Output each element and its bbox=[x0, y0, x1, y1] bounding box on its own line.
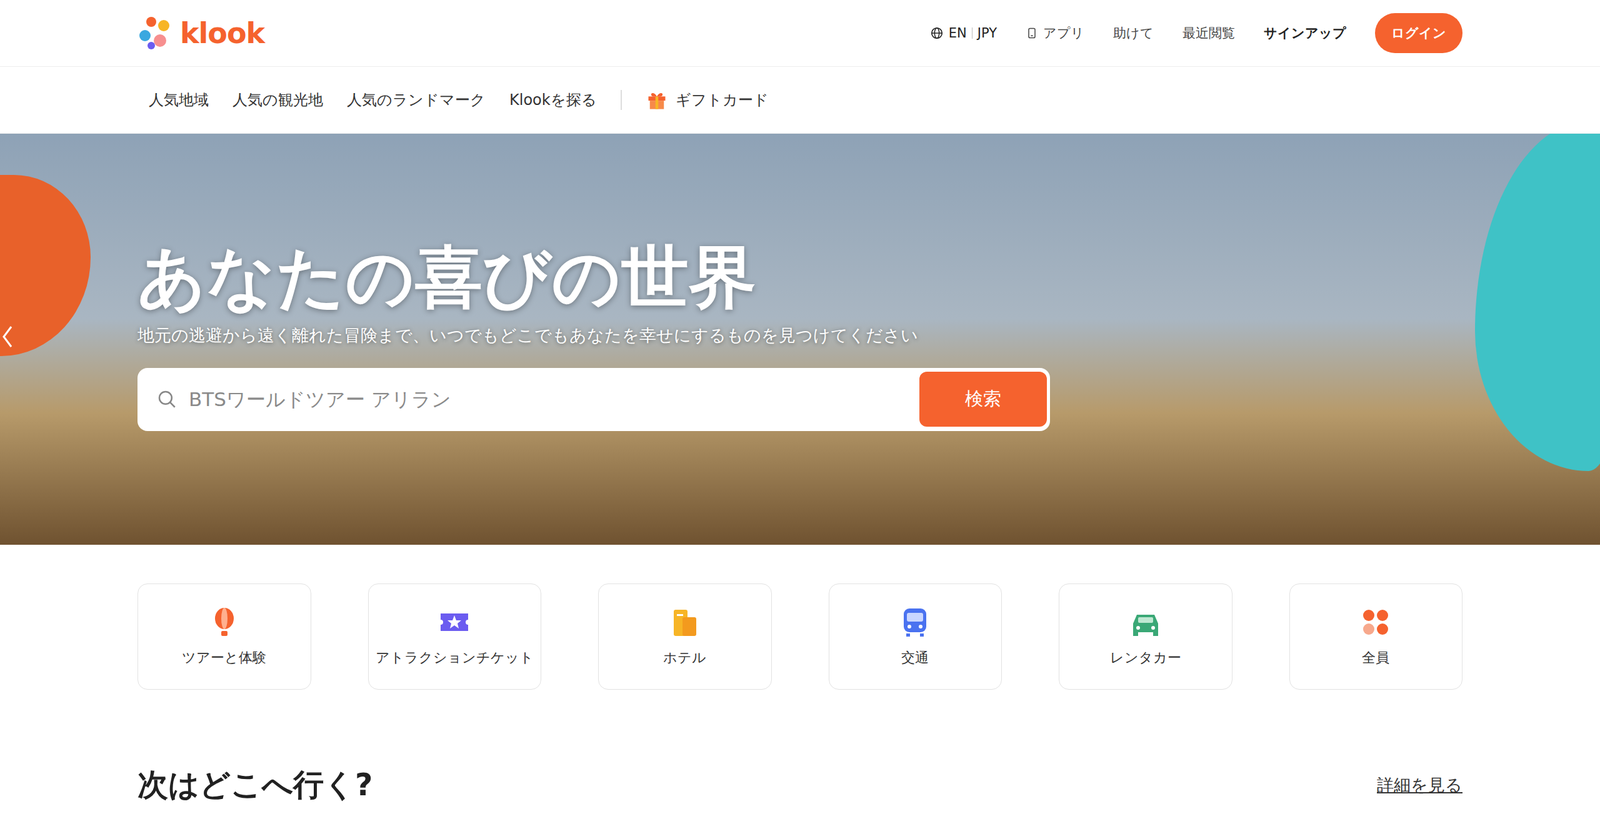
search-button[interactable]: 検索 bbox=[919, 371, 1047, 427]
hotel-icon bbox=[668, 606, 702, 639]
nav-item[interactable]: 人気地域 bbox=[148, 90, 209, 110]
hero-title: あなたの喜びの世界 bbox=[137, 236, 1463, 319]
hero-banner: あなたの喜びの世界 地元の逃避から遠く離れた冒険まで、いつでもどこでもあなたを幸… bbox=[0, 133, 1600, 545]
phone-icon bbox=[1025, 26, 1039, 40]
header-link-label: アプリ bbox=[1043, 24, 1085, 42]
decor-shape bbox=[1475, 133, 1600, 472]
all-icon bbox=[1359, 606, 1392, 639]
language: EN bbox=[948, 25, 967, 41]
category-label: アトラクションチケット bbox=[375, 648, 534, 668]
ticket-icon bbox=[438, 606, 471, 639]
divider bbox=[971, 27, 973, 39]
logo[interactable]: klook bbox=[137, 14, 265, 52]
logo-icon bbox=[137, 14, 175, 52]
category-list: ツアーと体験 アトラクションチケット ホテル 交通 レンタカー 全員 bbox=[137, 583, 1463, 690]
category-label: ツアーと体験 bbox=[181, 648, 267, 668]
globe-icon bbox=[930, 26, 944, 40]
header-link[interactable]: アプリ bbox=[1025, 24, 1085, 42]
signup-link[interactable]: サインアップ bbox=[1263, 24, 1347, 42]
gift-card-label: ギフトカード bbox=[675, 90, 769, 110]
currency: JPY bbox=[977, 25, 997, 41]
nav-item[interactable]: Klookを探る bbox=[509, 90, 597, 110]
see-more-link[interactable]: 詳細を見る bbox=[1376, 774, 1463, 797]
category-label: レンタカー bbox=[1110, 648, 1182, 668]
header-link[interactable]: 最近閲覧 bbox=[1182, 24, 1235, 42]
category-label: 交通 bbox=[901, 648, 929, 668]
balloon-icon bbox=[208, 606, 241, 639]
category-card[interactable]: 交通 bbox=[828, 583, 1003, 690]
header-link[interactable]: 助けて bbox=[1113, 24, 1154, 42]
category-label: 全員 bbox=[1361, 648, 1390, 668]
category-card[interactable]: アトラクションチケット bbox=[368, 583, 542, 690]
nav-separator bbox=[620, 90, 622, 110]
decor-shape bbox=[0, 175, 91, 357]
logo-text: klook bbox=[180, 16, 265, 50]
search-bar: 検索 bbox=[137, 368, 1050, 432]
transit-icon bbox=[898, 606, 932, 639]
search-icon bbox=[156, 388, 178, 410]
car-icon bbox=[1129, 606, 1162, 639]
top-bar: klook EN JPY アプリ 助けて 最近閲覧 サインアップ ログイン bbox=[0, 0, 1600, 67]
nav-item[interactable]: 人気の観光地 bbox=[232, 90, 324, 110]
section-header: 次はどこへ行く? 詳細を見る bbox=[137, 765, 1463, 807]
category-card[interactable]: 全員 bbox=[1289, 583, 1464, 690]
header-link-label: 助けて bbox=[1113, 24, 1154, 42]
section-title: 次はどこへ行く? bbox=[137, 765, 373, 807]
search-input[interactable] bbox=[187, 387, 910, 412]
page: klook EN JPY アプリ 助けて 最近閲覧 サインアップ ログイン 人気… bbox=[0, 0, 1600, 834]
hero-subtitle: 地元の逃避から遠く離れた冒険まで、いつでもどこでもあなたを幸せにするものを見つけ… bbox=[137, 324, 1463, 347]
login-button[interactable]: ログイン bbox=[1375, 13, 1463, 54]
category-label: ホテル bbox=[663, 648, 707, 668]
gift-card-link[interactable]: ギフトカード bbox=[645, 88, 769, 112]
nav-item[interactable]: 人気のランドマーク bbox=[346, 90, 486, 110]
top-links: EN JPY アプリ 助けて 最近閲覧 サインアップ ログイン bbox=[930, 13, 1463, 54]
gift-icon bbox=[645, 88, 669, 112]
category-card[interactable]: ツアーと体験 bbox=[137, 583, 312, 690]
language-currency[interactable]: EN JPY bbox=[930, 25, 997, 41]
category-card[interactable]: ホテル bbox=[598, 583, 772, 690]
chevron-left-icon[interactable] bbox=[1, 324, 14, 350]
nav-bar: 人気地域 人気の観光地 人気のランドマーク Klookを探る ギフトカード bbox=[0, 66, 1600, 134]
category-card[interactable]: レンタカー bbox=[1058, 583, 1233, 690]
header-link-label: 最近閲覧 bbox=[1182, 24, 1235, 42]
